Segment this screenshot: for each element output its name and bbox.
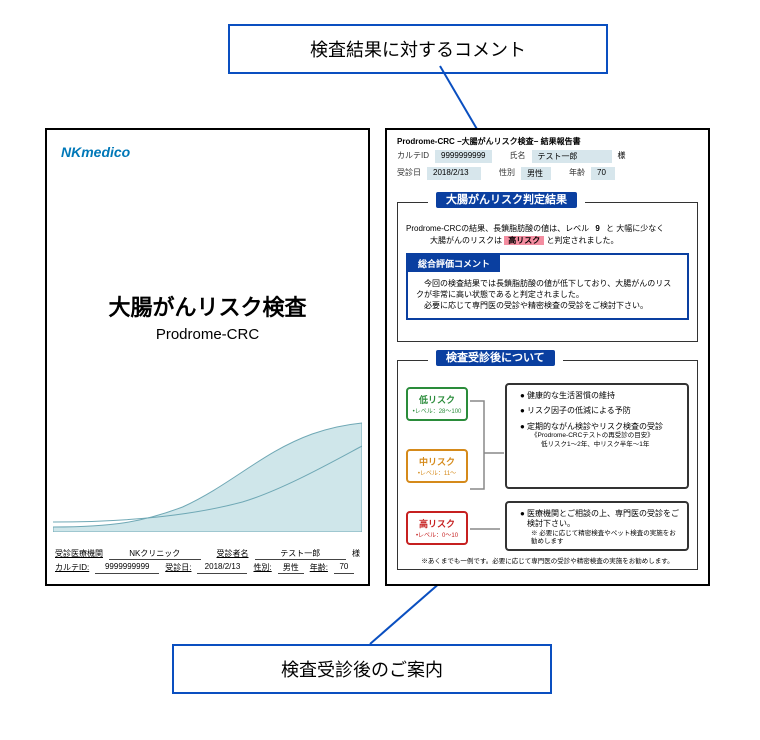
risk-low-range: •レベル：28〜100 (410, 406, 464, 415)
risk-high-label: 高リスク (410, 517, 464, 530)
cover-chart-area (53, 422, 362, 532)
advice1-i1: 健康的な生活習慣の維持 (527, 391, 679, 401)
advice1-i3-sub1: 《Prodrome-CRCテストの再受診の目安》 (531, 432, 679, 440)
followup-section: 検査受診後について 低リスク •レベル：28〜100 中リスク •レベル：11〜… (397, 360, 698, 570)
r-line1-pre: Prodrome-CRCの結果、長鎖脂肪酸の値は、レベル (406, 224, 589, 233)
followup-section-tab: 検査受診後について (428, 349, 563, 365)
karte-value: 9999999999 (95, 562, 159, 574)
h-date-value: 2018/2/13 (427, 167, 481, 180)
result-section: 大腸がんリスク判定結果 Prodrome-CRCの結果、長鎖脂肪酸の値は、レベル… (397, 202, 698, 342)
comment-box: 総合評価コメント 今回の検査結果では長鎖脂肪酸の値が低下しており、大腸がんのリス… (406, 253, 689, 320)
sex-label: 性別: (253, 562, 271, 574)
risk-bracket-lines (470, 383, 504, 553)
age-label: 年齢: (310, 562, 328, 574)
callout-top: 検査結果に対するコメント (228, 24, 608, 74)
r-line1-post: と 大幅に少なく (606, 224, 664, 233)
r-line2-post: と判定されました。 (546, 236, 618, 245)
r-level-value: 9 (591, 224, 603, 233)
h-sex-label: 性別 (499, 167, 515, 180)
risk-high-box: 高リスク •レベル：0〜10 (406, 511, 468, 545)
result-section-tab: 大腸がんリスク判定結果 (428, 191, 585, 207)
advice2-i1: 医療機関とご相談の上、専門医の受診をご検討下さい。 (527, 509, 679, 528)
callout-bottom: 検査受診後のご案内 (172, 644, 552, 694)
risk-mid-range: •レベル：11〜 (410, 468, 464, 477)
risk-low-label: 低リスク (410, 393, 464, 406)
comment-body: 今回の検査結果では長鎖脂肪酸の値が低下しており、大腸がんのリスクが非常に高い状態… (408, 272, 687, 318)
h-name-value: テスト一郎 (532, 150, 612, 163)
advice1-i3-sub2: 低リスク1〜2年、中リスク半年〜1年 (541, 441, 679, 449)
cover-page: NKmedico 大腸がんリスク検査 Prodrome-CRC 受診医療機関 N… (45, 128, 370, 586)
r-line2-pre: 大腸がんのリスクは (430, 235, 502, 247)
risk-low-box: 低リスク •レベル：28〜100 (406, 387, 468, 421)
patient-label: 受診者名 (217, 548, 249, 560)
patient-value: テスト一郎 (255, 548, 347, 560)
advice1-i3: 定期的ながん検診やリスク検査の受診 (527, 422, 663, 431)
h-age-label: 年齢 (569, 167, 585, 180)
followup-section-title: 検査受診後について (436, 350, 555, 366)
advice2-i1-sub: ※ 必要に応じて精密検査やペット検査の実施をお勧めします (531, 530, 679, 547)
risk-badge: 高リスク (504, 236, 544, 245)
report-title: Prodrome-CRC −大腸がんリスク検査− 結果報告書 (397, 136, 581, 147)
risk-mid-box: 中リスク •レベル：11〜 (406, 449, 468, 483)
cover-title-jp: 大腸がんリスク検査 (47, 290, 368, 322)
cover-title: 大腸がんリスク検査 Prodrome-CRC (47, 290, 368, 343)
report-page: Prodrome-CRC −大腸がんリスク検査− 結果報告書 カルテID 999… (385, 128, 710, 586)
advice-box-low-mid: 健康的な生活習慣の維持 リスク因子の低減による予防 定期的ながん検診やリスク検査… (505, 383, 689, 489)
advice-box-high: 医療機関とご相談の上、専門医の受診をご検討下さい。 ※ 必要に応じて精密検査やペ… (505, 501, 689, 551)
followup-note: ※あくまでも一例です。必要に応じて専門医の受診や精密検査の実施をお勧めします。 (398, 555, 697, 565)
risk-mid-label: 中リスク (410, 455, 464, 468)
patient-honorific: 様 (352, 548, 360, 560)
h-sex-value: 男性 (521, 167, 551, 180)
result-section-title: 大腸がんリスク判定結果 (436, 192, 577, 208)
age-value: 70 (334, 562, 354, 574)
h-name-honorific: 様 (618, 150, 626, 163)
karte-label: カルテID: (55, 562, 89, 574)
h-name-label: 氏名 (510, 150, 526, 163)
date-value: 2018/2/13 (197, 562, 247, 574)
h-age-value: 70 (591, 167, 615, 180)
facility-label: 受診医療機関 (55, 548, 103, 560)
comment-tab: 総合評価コメント (408, 255, 500, 272)
risk-high-range: •レベル：0〜10 (410, 530, 464, 539)
result-text: Prodrome-CRCの結果、長鎖脂肪酸の値は、レベル 9 と 大幅に少なく … (406, 223, 689, 247)
date-label: 受診日: (165, 562, 191, 574)
cover-title-en: Prodrome-CRC (47, 326, 368, 343)
advice1-i2: リスク因子の低減による予防 (527, 406, 679, 416)
logo: NKmedico (61, 144, 130, 160)
sex-value: 男性 (278, 562, 304, 574)
h-karte-value: 9999999999 (435, 150, 492, 163)
h-karte-label: カルテID (397, 150, 429, 163)
cover-patient-info: 受診医療機関 NKクリニック 受診者名 テスト一郎 様 カルテID: 99999… (55, 548, 360, 576)
report-header: カルテID 9999999999 氏名 テスト一郎 様 受診日 2018/2/1… (397, 150, 698, 184)
h-date-label: 受診日 (397, 167, 421, 180)
facility-value: NKクリニック (109, 548, 201, 560)
